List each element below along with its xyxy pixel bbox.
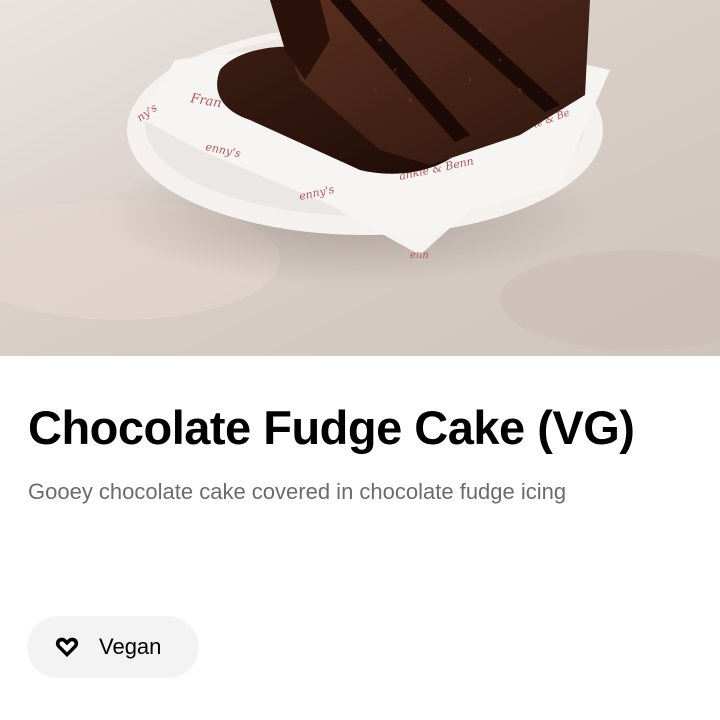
cake-photo-illustration: Fran ny's enny's enny's ankie & Benn ie … xyxy=(0,0,720,356)
menu-item-detail: Fran ny's enny's enny's ankie & Benn ie … xyxy=(0,0,720,720)
heart-icon xyxy=(55,636,79,658)
item-photo: Fran ny's enny's enny's ankie & Benn ie … xyxy=(0,0,720,356)
svg-text:enn: enn xyxy=(410,250,429,261)
item-description: Gooey chocolate cake covered in chocolat… xyxy=(28,479,567,504)
badge-label: Vegan xyxy=(99,634,162,659)
item-title: Chocolate Fudge Cake (VG) xyxy=(28,401,635,454)
dietary-badge-vegan: Vegan xyxy=(27,616,199,678)
item-details: Chocolate Fudge Cake (VG) Gooey chocolat… xyxy=(28,400,692,506)
